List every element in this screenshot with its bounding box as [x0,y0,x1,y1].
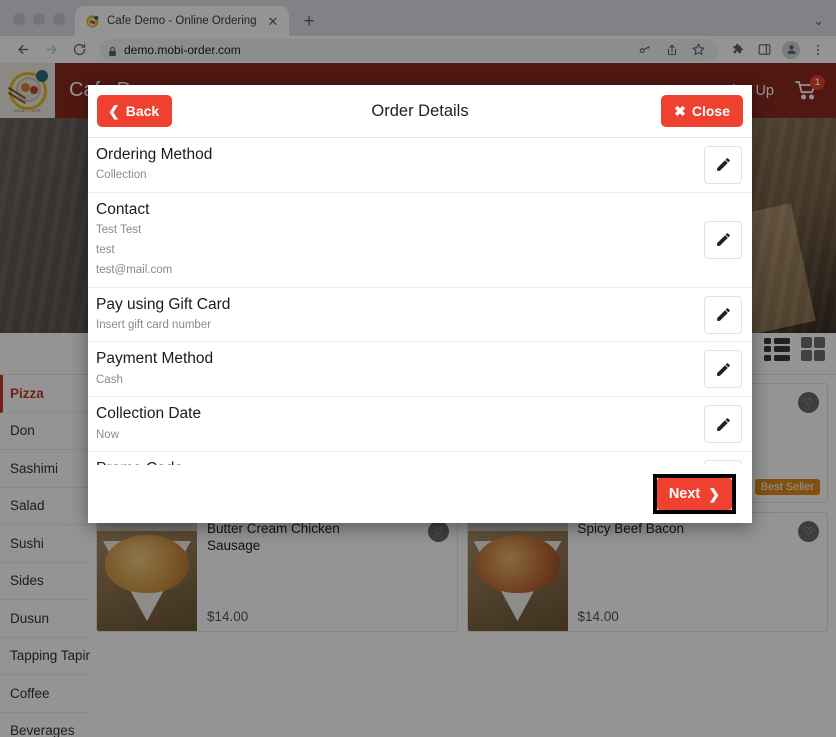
row-label: Contact [96,200,150,218]
row-label: Pay using Gift Card [96,295,231,313]
modal-title: Order Details [371,101,469,120]
close-button[interactable]: ✖ Close [661,95,743,127]
close-x-icon: ✖ [674,103,686,119]
row-value: test [96,243,115,256]
modal-body: Ordering Method Collection Contact Test … [88,138,752,465]
edit-contact-button[interactable] [704,220,742,259]
next-button-highlight: Next ❯ [652,474,736,514]
chevron-left-icon: ❮ [108,103,120,119]
back-button-label: Back [125,103,160,119]
row-label: Ordering Method [96,146,213,163]
row-contact: Contact Test Test test test@mail.com [88,193,752,288]
edit-ordering-method-button[interactable] [704,145,742,184]
row-payment-method: Payment Method Cash [88,342,752,398]
edit-promo-code-button[interactable] [704,460,742,465]
order-details-modal: ❮ Back Order Details ✖ Close Ordering Me… [88,85,752,523]
row-ordering-method: Ordering Method Collection [88,138,752,193]
edit-gift-card-button[interactable] [704,295,742,334]
row-label: Collection Date [96,405,202,423]
edit-payment-method-button[interactable] [704,350,742,389]
chevron-right-icon: ❯ [708,486,720,502]
row-promo-code: Promo Code Insert promo code [88,452,752,465]
screenshot-root: Cafe Demo - Online Ordering ✕ + ⌄ demo.m… [0,0,836,737]
row-label: Promo Code [96,459,704,465]
row-collection-date: Collection Date Now [88,397,752,453]
row-value: Collection [96,169,147,182]
close-button-label: Close [691,103,730,119]
row-label: Payment Method [96,350,214,368]
next-button[interactable]: Next ❯ [656,478,732,510]
row-value: Insert gift card number [96,318,212,331]
modal-footer: Next ❯ [88,465,752,523]
next-button-label: Next [668,486,701,502]
row-value: Now [96,428,120,441]
row-value: Test Test [96,224,142,237]
row-value: Cash [96,373,123,386]
edit-collection-date-button[interactable] [704,405,742,444]
modal-header: ❮ Back Order Details ✖ Close [88,85,752,138]
row-gift-card: Pay using Gift Card Insert gift card num… [88,288,752,343]
back-button[interactable]: ❮ Back [97,95,173,127]
row-value: test@mail.com [96,263,173,276]
